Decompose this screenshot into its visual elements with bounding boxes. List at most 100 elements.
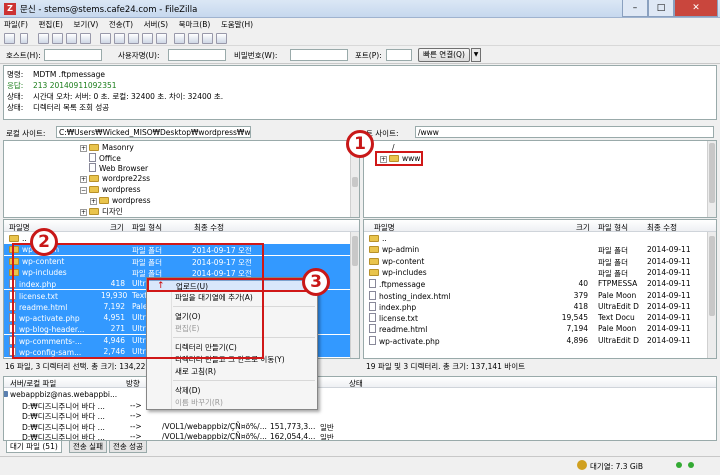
folder-icon xyxy=(89,144,99,151)
menu-view[interactable]: 보기(V) xyxy=(69,18,102,31)
tab-queued-files[interactable]: 대기 파일 (51) xyxy=(6,441,62,453)
menu-help[interactable]: 도움말(H) xyxy=(217,18,257,31)
menu-file[interactable]: 파일(F) xyxy=(0,18,32,31)
quickconnect-bar: 호스트(H): 사용자명(U): 비밀번호(W): 포트(P): 빠른 연결(Q… xyxy=(0,46,720,64)
queue-row[interactable]: webappbiz@nas.webappbi... xyxy=(4,389,716,400)
toggle-local-tree-icon[interactable] xyxy=(52,33,63,44)
col-filename[interactable]: 파일명 xyxy=(9,222,30,233)
menu-bookmarks[interactable]: 북마크(B) xyxy=(175,18,215,31)
remote-file-row[interactable]: readme.html 7,194 Pale Moon 2014-09-11 xyxy=(364,323,716,334)
site-manager-icon[interactable] xyxy=(4,33,15,44)
title-bar: Z 문신 - stems@stems.cafe24.com - FileZill… xyxy=(0,0,720,18)
dropdown-icon[interactable] xyxy=(20,33,28,44)
remote-path-input[interactable]: /www xyxy=(415,126,714,138)
tree-item[interactable]: + wordpre22ss xyxy=(80,174,150,184)
queue-row[interactable]: D:₩디즈니주니어 바다 ... -->/VOL1/webappbiz/ÇÑ¤ö%… xyxy=(4,431,716,440)
col-type[interactable]: 파일 형식 xyxy=(598,222,628,233)
annotation-box-upload xyxy=(147,278,307,292)
quickconnect-button[interactable]: 빠른 연결(Q) xyxy=(418,48,470,62)
tree-item[interactable]: + Masonry xyxy=(80,143,134,153)
queue-direction: --> xyxy=(130,411,142,420)
file-name: index.php xyxy=(379,302,417,312)
quickconnect-dropdown-icon[interactable]: ▼ xyxy=(471,48,481,62)
tree-item[interactable]: − wordpress xyxy=(80,185,141,195)
file-type: Text Docu xyxy=(598,313,635,323)
refresh-icon[interactable] xyxy=(100,33,111,44)
menu-item-refresh[interactable]: 새로 고침(R) xyxy=(147,366,317,377)
host-label: 호스트(H): xyxy=(6,51,41,60)
folder-icon xyxy=(89,186,99,193)
remote-column-header: 파일명 크기 파일 형식 최종 수정 xyxy=(364,220,716,232)
file-name: wp-admin xyxy=(382,245,420,255)
close-button[interactable]: ✕ xyxy=(674,0,718,17)
password-input[interactable] xyxy=(290,49,348,61)
filter-icon[interactable] xyxy=(174,33,185,44)
col-modified[interactable]: 최종 수정 xyxy=(194,222,224,233)
queue-size: 151,773,3... xyxy=(270,421,316,431)
folder-icon xyxy=(89,175,99,182)
user-input[interactable] xyxy=(168,49,226,61)
file-modified: 2014-09-11 xyxy=(647,335,691,345)
col-server-local-file[interactable]: 서버/로컬 파일 xyxy=(10,378,56,389)
disconnect-icon[interactable] xyxy=(142,33,153,44)
remote-file-row[interactable]: wp-admin 파일 폴더 2014-09-11 xyxy=(364,244,716,255)
file-type: UltraEdit D xyxy=(598,301,639,311)
menu-item-rename[interactable]: 이름 바꾸기(R) xyxy=(147,397,317,408)
queue-row[interactable]: D:₩디즈니주니어 바다 ... --> xyxy=(4,400,716,411)
file-size: 418 xyxy=(573,301,588,311)
col-size[interactable]: 크기 xyxy=(110,222,124,233)
toggle-remote-tree-icon[interactable] xyxy=(66,33,77,44)
local-path-input[interactable]: C:₩Users₩Wicked_MISO₩Desktop₩wordpress₩w… xyxy=(56,126,251,138)
minimize-button[interactable]: – xyxy=(622,0,648,17)
process-queue-icon[interactable] xyxy=(114,33,125,44)
file-name: readme.html xyxy=(379,325,428,335)
maximize-button[interactable]: □ xyxy=(648,0,674,17)
queue-row[interactable]: D:₩디즈니주니어 바다 ... --> xyxy=(4,410,716,421)
annotation-number: 1 xyxy=(346,130,374,158)
search-icon[interactable] xyxy=(216,33,227,44)
host-input[interactable] xyxy=(44,49,102,61)
remote-file-row[interactable]: hosting_index.html 379 Pale Moon 2014-09-11 xyxy=(364,290,716,301)
file-size: 7,194 xyxy=(566,324,588,334)
remote-file-row[interactable]: index.php 418 UltraEdit D 2014-09-11 xyxy=(364,301,716,312)
remote-file-row[interactable]: .. xyxy=(364,233,716,244)
folder-icon xyxy=(369,268,379,276)
menu-transfer[interactable]: 전송(T) xyxy=(105,18,137,31)
remote-file-row[interactable]: license.txt 19,545 Text Docu 2014-09-11 xyxy=(364,312,716,323)
toggle-queue-icon[interactable] xyxy=(80,33,91,44)
col-type[interactable]: 파일 형식 xyxy=(132,222,162,233)
col-modified[interactable]: 최종 수정 xyxy=(647,222,677,233)
tab-successful-transfers[interactable]: 전송 성공 xyxy=(109,441,147,453)
menu-item-delete[interactable]: 삭제(D) xyxy=(147,385,317,396)
col-size[interactable]: 크기 xyxy=(576,222,590,233)
tree-item[interactable]: Office xyxy=(89,153,121,163)
remote-file-row[interactable]: wp-content 파일 폴더 2014-09-11 xyxy=(364,256,716,267)
menu-edit[interactable]: 편집(E) xyxy=(35,18,67,31)
port-input[interactable] xyxy=(386,49,412,61)
queue-row[interactable]: D:₩디즈니주니어 바다 ... -->/VOL1/webappbiz/ÇÑ¤ö%… xyxy=(4,421,716,432)
remote-file-row[interactable]: .ftpmessage 40 FTPMESSA 2014-09-11 xyxy=(364,278,716,289)
file-icon xyxy=(369,313,376,323)
menu-server[interactable]: 서버(S) xyxy=(140,18,172,31)
tab-failed-transfers[interactable]: 전송 실패 xyxy=(69,441,107,453)
remote-file-row[interactable]: wp-includes 파일 폴더 2014-09-11 xyxy=(364,267,716,278)
local-list-scrollbar[interactable] xyxy=(350,232,359,358)
sync-browse-icon[interactable] xyxy=(188,33,199,44)
remote-list-scrollbar[interactable] xyxy=(707,232,716,358)
col-direction[interactable]: 방향 xyxy=(126,378,140,389)
tree-item[interactable]: + wordpress xyxy=(90,196,151,206)
toggle-log-icon[interactable] xyxy=(38,33,49,44)
reconnect-icon[interactable] xyxy=(156,33,167,44)
remote-tree-scrollbar[interactable] xyxy=(707,141,716,217)
tree-item[interactable]: Web Browser xyxy=(89,163,148,173)
folder-icon xyxy=(369,257,379,265)
compare-icon[interactable] xyxy=(202,33,213,44)
user-label: 사용자명(U): xyxy=(118,51,160,60)
col-filename[interactable]: 파일명 xyxy=(374,222,395,233)
remote-file-row[interactable]: wp-activate.php 4,896 UltraEdit D 2014-09-1… xyxy=(364,335,716,346)
log-line: 상태: 시간대 오차: 서버: 0 초. 로컬: 32400 초. 차이: 324… xyxy=(7,92,224,101)
col-status[interactable]: 상태 xyxy=(349,378,363,389)
tree-item[interactable]: + 디자인 xyxy=(80,207,123,217)
cancel-icon[interactable] xyxy=(128,33,139,44)
file-size: 4,896 xyxy=(566,335,588,345)
